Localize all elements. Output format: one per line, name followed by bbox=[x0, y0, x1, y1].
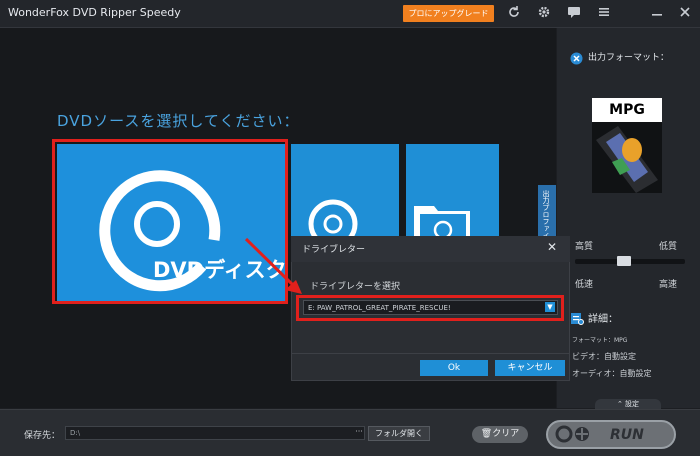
settings-tab-label: 設定 bbox=[625, 400, 640, 408]
run-disc-icon bbox=[555, 425, 589, 443]
mpg-format-label: MPG bbox=[592, 98, 662, 122]
settings-detail-icon bbox=[570, 310, 584, 325]
settings-tab[interactable]: ⌃ 設定 bbox=[595, 399, 661, 409]
dialog-close-icon[interactable]: ✕ bbox=[547, 240, 557, 254]
chat-icon[interactable] bbox=[566, 5, 582, 21]
dialog-divider bbox=[291, 353, 570, 354]
close-icon[interactable] bbox=[677, 5, 693, 21]
iso-disc-icon bbox=[308, 199, 358, 240]
trash-icon: 🗑 bbox=[480, 429, 493, 439]
browse-button[interactable]: ··· bbox=[353, 427, 365, 439]
chevron-up-icon: ⌃ bbox=[616, 400, 626, 408]
cancel-button[interactable]: キャンセル bbox=[495, 360, 565, 376]
drive-select-highlight bbox=[296, 295, 564, 321]
run-label: RUN bbox=[610, 427, 644, 443]
quality-slider-thumb[interactable] bbox=[617, 256, 631, 266]
menu-icon[interactable] bbox=[596, 5, 612, 21]
video-detail: ビデオ：自動設定 bbox=[572, 352, 636, 361]
upgrade-button[interactable]: プロにアップグレード bbox=[403, 5, 494, 22]
save-path-input[interactable] bbox=[65, 426, 365, 440]
dialog-title: ドライブレター bbox=[302, 245, 366, 255]
quality-low-label: 低質 bbox=[659, 242, 678, 252]
output-format-title: 出力フォーマット： bbox=[588, 53, 670, 63]
gear-icon[interactable] bbox=[536, 5, 552, 21]
ok-button[interactable]: Ok bbox=[420, 360, 488, 376]
mpg-format-thumbnail[interactable]: MPG bbox=[592, 98, 662, 193]
format-detail: フォーマット：MPG bbox=[572, 337, 628, 344]
quality-high-label: 高質 bbox=[575, 242, 594, 252]
dvd-folder-tile[interactable] bbox=[406, 144, 499, 240]
speed-high-label: 高速 bbox=[659, 280, 678, 290]
clear-button-label: クリア bbox=[492, 429, 520, 439]
drive-select-label: ドライブレターを選択 bbox=[310, 282, 401, 292]
audio-detail: オーディオ：自動設定 bbox=[572, 369, 652, 378]
speed-low-label: 低速 bbox=[575, 280, 594, 290]
output-format-icon bbox=[570, 50, 583, 65]
clear-button[interactable]: 🗑クリア bbox=[472, 426, 528, 443]
folder-icon bbox=[414, 206, 470, 240]
open-folder-button[interactable]: フォルダ開く bbox=[368, 426, 430, 441]
dvd-tile-highlight bbox=[52, 139, 288, 304]
app-title: WonderFox DVD Ripper Speedy bbox=[8, 6, 181, 19]
save-to-label: 保存先： bbox=[24, 431, 61, 441]
minimize-icon[interactable] bbox=[649, 5, 665, 21]
iso-image-tile[interactable] bbox=[291, 144, 399, 240]
details-title: 詳細： bbox=[588, 314, 618, 325]
source-heading: DVDソースを選択してください： bbox=[57, 112, 300, 130]
refresh-icon[interactable] bbox=[506, 5, 522, 21]
film-strip-icon bbox=[596, 126, 658, 193]
